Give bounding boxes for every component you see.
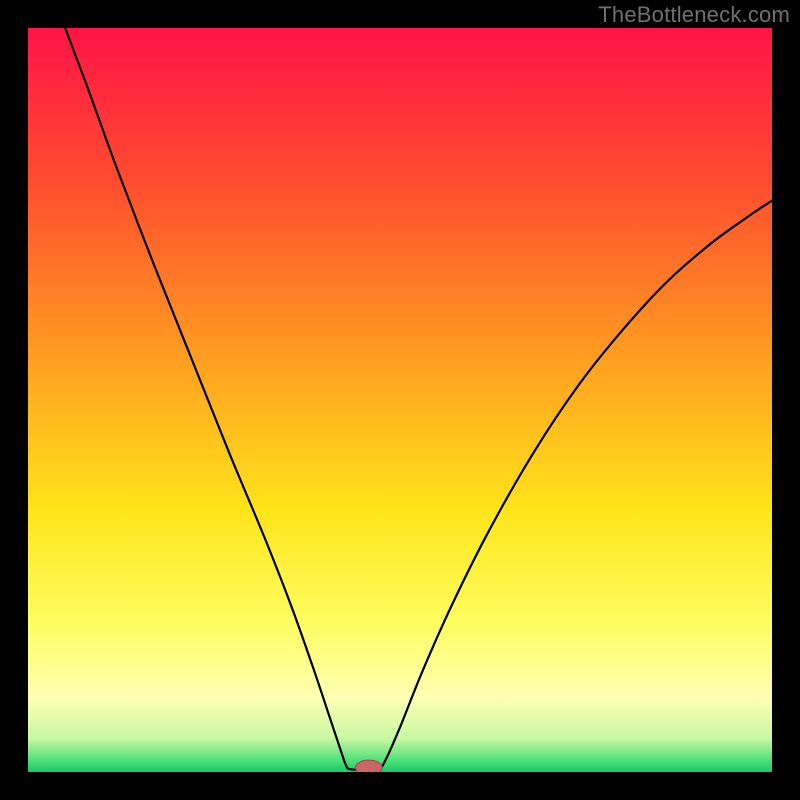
plot-area	[28, 28, 772, 772]
gradient-background	[28, 28, 772, 772]
chart-frame: TheBottleneck.com	[0, 0, 800, 800]
watermark-text: TheBottleneck.com	[598, 2, 790, 28]
chart-svg	[28, 28, 772, 772]
optimal-point-marker	[355, 760, 382, 772]
